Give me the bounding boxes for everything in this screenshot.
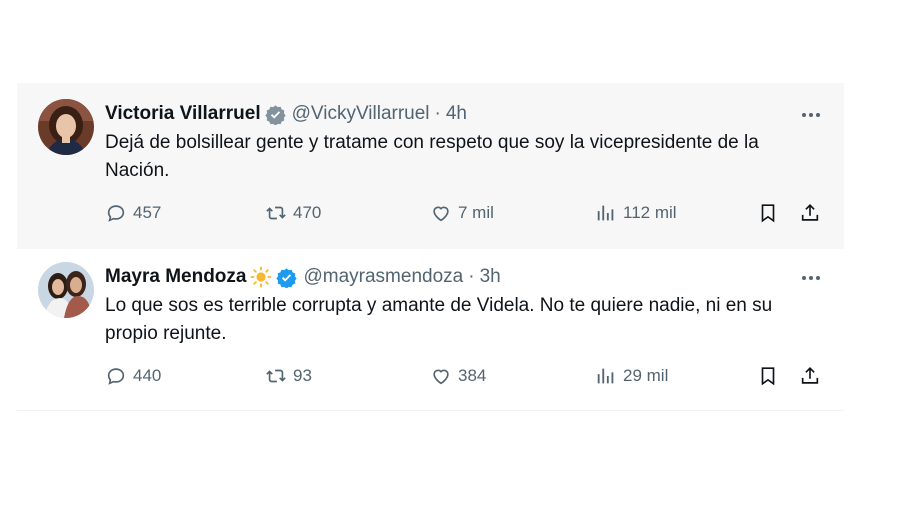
views-count: 29 mil [623, 366, 669, 385]
share-icon [801, 367, 819, 384]
avatar[interactable] [38, 99, 94, 155]
more-options-icon[interactable] [802, 276, 820, 280]
reply-icon [107, 205, 125, 222]
verified-badge-icon [264, 104, 286, 125]
retweet-icon [266, 206, 286, 220]
views-chart-icon [597, 368, 614, 384]
views-button[interactable]: 29 mil [595, 365, 668, 387]
tweet-1[interactable]: Victoria Villarruel @VickyVillarruel · 4… [17, 83, 844, 249]
reply-icon [107, 368, 125, 385]
tweet-thread: Victoria Villarruel @VickyVillarruel · 4… [17, 83, 844, 411]
reply-count: 440 [133, 366, 162, 385]
tweet-text: Dejá de bolsillear gente y tratame con r… [105, 132, 759, 181]
reply-count: 457 [133, 203, 162, 222]
avatar[interactable] [38, 262, 94, 318]
tweet-text: Lo que sos es terrible corrupta y amante… [105, 295, 773, 344]
like-button[interactable]: 384 [430, 365, 486, 387]
timestamp[interactable]: 3h [480, 266, 501, 288]
reply-button[interactable]: 457 [105, 202, 161, 224]
share-button[interactable] [799, 202, 821, 224]
sun-emoji-icon [250, 266, 273, 288]
tweet-actions: 457 470 7 mil 112 mil [105, 202, 825, 232]
bookmark-icon [761, 367, 775, 386]
bookmark-button[interactable] [757, 365, 779, 387]
author-handle[interactable]: @mayrasmendoza [303, 266, 463, 288]
views-chart-icon [597, 205, 614, 221]
author-name[interactable]: Victoria Villarruel [105, 103, 261, 125]
separator-dot: · [434, 103, 441, 124]
author-name[interactable]: Mayra Mendoza [105, 266, 246, 288]
retweet-button[interactable]: 93 [265, 365, 312, 387]
views-count: 112 mil [623, 203, 677, 222]
bookmark-icon [761, 204, 775, 223]
retweet-icon [266, 369, 286, 383]
timestamp[interactable]: 4h [446, 103, 467, 125]
author-handle[interactable]: @VickyVillarruel [292, 103, 430, 125]
like-count: 7 mil [458, 203, 494, 222]
verified-badge-icon [276, 267, 298, 288]
tweet-header: Mayra Mendoza @mayrasmendoza · 3h [105, 266, 501, 288]
heart-icon [433, 206, 449, 222]
heart-icon [433, 369, 449, 385]
like-count: 384 [458, 366, 487, 385]
bookmark-button[interactable] [757, 202, 779, 224]
like-button[interactable]: 7 mil [430, 202, 494, 224]
tweet-actions: 440 93 384 29 mil [105, 365, 825, 395]
retweet-count: 470 [293, 203, 322, 222]
retweet-button[interactable]: 470 [265, 202, 321, 224]
views-button[interactable]: 112 mil [595, 202, 677, 224]
tweet-header: Victoria Villarruel @VickyVillarruel · 4… [105, 103, 467, 125]
separator-dot: · [468, 266, 475, 287]
retweet-count: 93 [293, 366, 312, 385]
share-button[interactable] [799, 365, 821, 387]
reply-button[interactable]: 440 [105, 365, 161, 387]
more-options-icon[interactable] [802, 113, 820, 117]
share-icon [801, 204, 819, 221]
